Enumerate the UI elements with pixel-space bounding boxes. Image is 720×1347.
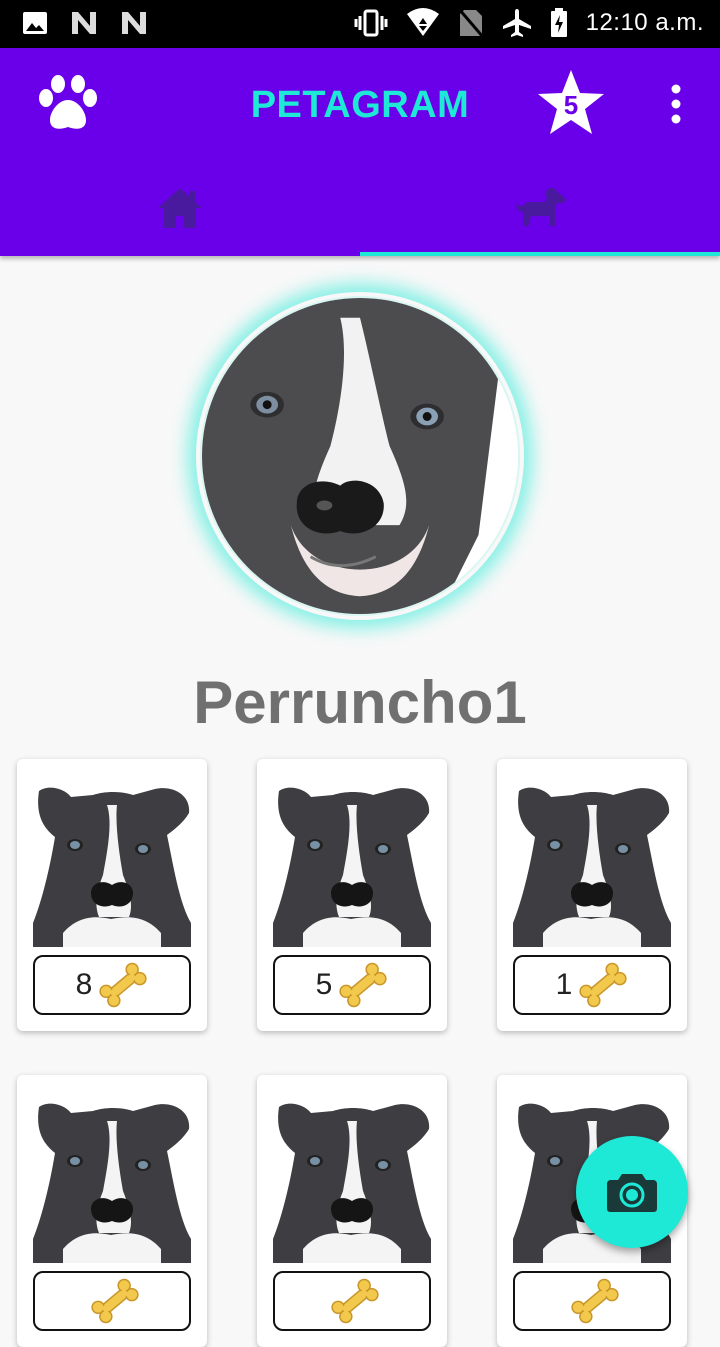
photo-thumbnail bbox=[273, 783, 431, 947]
tab-profile[interactable] bbox=[360, 160, 720, 256]
dog-photo bbox=[273, 783, 431, 947]
dog-photo bbox=[33, 783, 191, 947]
dog-photo bbox=[33, 1099, 191, 1263]
dog-icon bbox=[516, 187, 566, 227]
n-icon bbox=[72, 12, 96, 34]
likes-box bbox=[513, 1271, 671, 1331]
photo-thumbnail bbox=[33, 783, 191, 947]
likes-count: 8 bbox=[75, 968, 93, 1001]
camera-fab[interactable] bbox=[576, 1136, 688, 1248]
bone-icon bbox=[91, 1278, 139, 1324]
bone-icon bbox=[339, 962, 387, 1008]
app-title: PETAGRAM bbox=[250, 84, 470, 126]
tab-home[interactable] bbox=[0, 160, 360, 256]
n-icon bbox=[122, 12, 146, 34]
photo-card[interactable] bbox=[257, 1075, 447, 1347]
favorites-star-button[interactable]: 5 bbox=[536, 68, 606, 138]
tab-indicator bbox=[360, 252, 720, 256]
bone-icon bbox=[579, 962, 627, 1008]
photo-thumbnail bbox=[273, 1099, 431, 1263]
photo-thumbnail bbox=[513, 783, 671, 947]
dog-photo bbox=[202, 298, 518, 614]
photo-card[interactable]: 5 bbox=[257, 759, 447, 1031]
battery-charging-icon bbox=[550, 8, 567, 37]
vibrate-icon bbox=[354, 9, 388, 37]
bone-icon bbox=[331, 1278, 379, 1324]
likes-box bbox=[273, 1271, 431, 1331]
bone-icon bbox=[99, 962, 147, 1008]
app-bar: PETAGRAM 5 bbox=[0, 48, 720, 160]
home-icon bbox=[158, 188, 202, 228]
status-time: 12:10 a.m. bbox=[585, 9, 704, 36]
photo-card[interactable] bbox=[17, 1075, 207, 1347]
avatar bbox=[200, 296, 520, 616]
no-sim-icon bbox=[457, 8, 484, 38]
dog-photo bbox=[513, 783, 671, 947]
tab-bar bbox=[0, 160, 720, 256]
favorites-count: 5 bbox=[563, 90, 579, 120]
photo-thumbnail bbox=[33, 1099, 191, 1263]
likes-box: 8 bbox=[33, 955, 191, 1015]
photo-card[interactable]: 8 bbox=[17, 759, 207, 1031]
more-vert-icon[interactable] bbox=[660, 80, 692, 128]
camera-icon bbox=[607, 1174, 657, 1212]
likes-count: 1 bbox=[555, 968, 573, 1001]
likes-box bbox=[33, 1271, 191, 1331]
wifi-icon bbox=[406, 8, 439, 36]
bone-icon bbox=[571, 1278, 619, 1324]
dog-photo bbox=[273, 1099, 431, 1263]
likes-box: 5 bbox=[273, 955, 431, 1015]
likes-box: 1 bbox=[513, 955, 671, 1015]
status-bar: 12:10 a.m. bbox=[0, 0, 720, 48]
profile-username: Perruncho1 bbox=[193, 669, 527, 736]
image-icon bbox=[23, 12, 47, 34]
airplane-icon bbox=[502, 9, 531, 37]
likes-count: 5 bbox=[315, 968, 333, 1001]
photo-card[interactable]: 1 bbox=[497, 759, 687, 1031]
